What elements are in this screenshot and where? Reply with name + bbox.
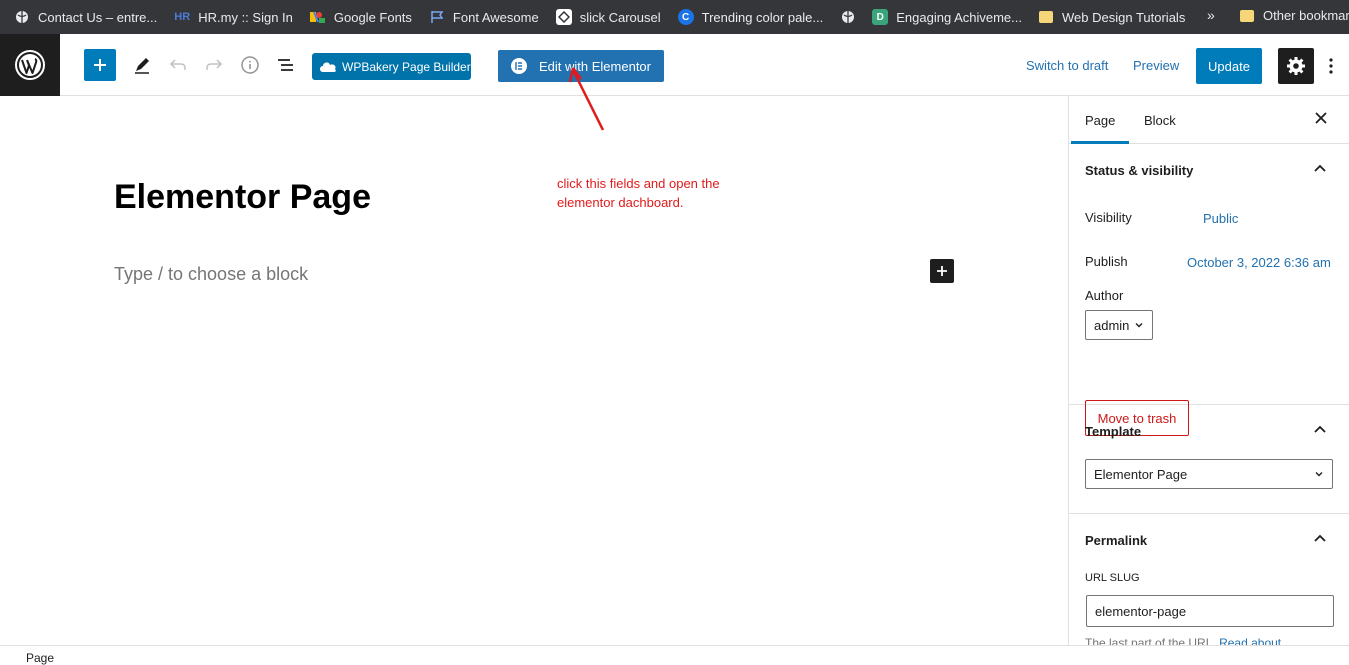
author-value: admin <box>1094 317 1130 333</box>
status-visibility-title[interactable]: Status & visibility <box>1085 163 1193 178</box>
page-title[interactable]: Elementor Page <box>114 178 371 217</box>
bookmark-label: slick Carousel <box>579 9 661 25</box>
folder-icon <box>1039 11 1053 23</box>
bookmark-globe[interactable] <box>840 9 856 25</box>
bookmarks-overflow-button[interactable]: » <box>1207 7 1215 23</box>
bookmark-trending-color[interactable]: C Trending color pale... <box>677 9 824 25</box>
editor-canvas: Elementor Page Type / to choose a block … <box>0 67 1068 645</box>
list-view-icon <box>278 59 293 71</box>
permalink-help-text: The last part of the URL. <box>1085 636 1216 645</box>
bookmark-label: Trending color pale... <box>701 9 824 25</box>
permalink-panel: Permalink URL Slug elementor-page The la… <box>1069 514 1349 645</box>
template-select[interactable]: Elementor Page <box>1085 459 1333 489</box>
undo-icon <box>169 59 186 70</box>
plus-icon <box>937 266 947 276</box>
editor-footer: Page <box>0 645 1349 665</box>
wpbakery-button[interactable]: WPBakery Page Builder <box>312 53 471 80</box>
details-button[interactable] <box>238 53 262 77</box>
template-value: Elementor Page <box>1094 466 1188 482</box>
settings-button[interactable] <box>1278 48 1314 84</box>
flag-icon <box>429 9 445 25</box>
tab-page[interactable]: Page <box>1085 113 1115 128</box>
template-panel: Template Elementor Page <box>1069 405 1349 514</box>
bookmarks-bar: Contact Us – entre... HR HR.my :: Sign I… <box>0 0 1349 34</box>
info-icon <box>241 56 259 74</box>
options-button[interactable] <box>1322 54 1340 78</box>
annotation-arrow <box>568 67 605 131</box>
tab-block[interactable]: Block <box>1144 113 1176 128</box>
read-about-link[interactable]: Read about <box>1219 636 1281 645</box>
url-slug-label: URL Slug <box>1085 572 1140 584</box>
bookmark-label: Font Awesome <box>452 9 539 25</box>
c-icon: C <box>677 9 694 25</box>
bookmark-google-fonts[interactable]: Google Fonts <box>309 9 412 25</box>
bookmark-label: Web Design Tutorials <box>1062 9 1186 25</box>
folder-icon <box>1240 9 1254 22</box>
cloud-icon <box>320 62 336 72</box>
bookmark-label: Engaging Achiveme... <box>896 9 1022 25</box>
bookmark-engaging[interactable]: D Engaging Achiveme... <box>872 9 1022 25</box>
update-button[interactable]: Update <box>1196 48 1262 84</box>
gear-icon <box>1287 57 1305 75</box>
other-bookmarks-label: Other bookmarks <box>1263 8 1349 23</box>
tools-button[interactable] <box>130 53 154 77</box>
sidebar-tabs: Page Block <box>1069 96 1349 144</box>
plus-icon <box>94 59 106 71</box>
chevron-down-icon <box>1315 472 1323 477</box>
pencil-icon <box>135 58 149 74</box>
bookmark-slick-carousel[interactable]: slick Carousel <box>555 9 661 25</box>
url-slug-value: elementor-page <box>1095 603 1187 619</box>
wordpress-logo[interactable] <box>0 34 60 96</box>
publish-label: Publish <box>1085 254 1128 269</box>
chevron-up-icon[interactable] <box>1313 532 1327 546</box>
url-slug-input[interactable]: elementor-page <box>1086 595 1334 627</box>
elementor-icon <box>511 58 527 74</box>
inline-add-block-button[interactable] <box>930 259 954 283</box>
globe-icon <box>14 9 30 25</box>
bookmark-label: Google Fonts <box>333 9 412 25</box>
globe-icon <box>840 9 856 25</box>
google-fonts-icon <box>309 9 326 25</box>
slick-icon <box>555 9 572 25</box>
undo-button[interactable] <box>166 53 190 77</box>
bookmark-label: HR.my :: Sign In <box>198 9 293 25</box>
close-icon[interactable] <box>1313 110 1329 126</box>
editor-toolbar: WPBakery Page Builder Edit with Elemento… <box>0 34 1349 96</box>
visibility-value[interactable]: Public <box>1203 211 1238 226</box>
permalink-help: The last part of the URL. Read about <box>1085 636 1281 645</box>
more-vertical-icon <box>1329 58 1333 74</box>
publish-date[interactable]: October 3, 2022 6:36 am <box>1187 255 1331 270</box>
bookmark-font-awesome[interactable]: Font Awesome <box>429 9 539 25</box>
template-title[interactable]: Template <box>1085 424 1141 439</box>
list-view-button[interactable] <box>274 53 298 77</box>
status-visibility-panel: Status & visibility Visibility Public Pu… <box>1069 144 1349 436</box>
redo-button[interactable] <box>202 53 226 77</box>
preview-button[interactable]: Preview <box>1133 58 1179 73</box>
breadcrumb[interactable]: Page <box>26 651 54 665</box>
bookmark-hr[interactable]: HR HR.my :: Sign In <box>174 9 293 25</box>
wordpress-icon <box>15 50 45 80</box>
redo-icon <box>206 59 223 70</box>
bookmark-web-design[interactable]: Web Design Tutorials <box>1039 10 1185 25</box>
author-select[interactable]: admin <box>1085 310 1153 340</box>
hr-icon: HR <box>174 11 191 23</box>
bookmark-label: Contact Us – entre... <box>38 9 158 25</box>
chevron-up-icon[interactable] <box>1313 423 1327 437</box>
chevron-up-icon[interactable] <box>1313 162 1327 176</box>
add-block-button[interactable] <box>84 49 116 81</box>
other-bookmarks[interactable]: Other bookmarks <box>1240 8 1349 23</box>
bookmark-contact-us[interactable]: Contact Us – entre... <box>14 9 157 25</box>
block-placeholder[interactable]: Type / to choose a block <box>114 264 308 285</box>
author-label: Author <box>1085 288 1124 303</box>
settings-sidebar: Page Block Status & visibility Visibilit… <box>1068 96 1349 645</box>
visibility-label: Visibility <box>1085 210 1132 225</box>
switch-to-draft-button[interactable]: Switch to draft <box>1026 58 1108 73</box>
annotation-note: click this fields and open the elementor… <box>557 176 720 210</box>
wpbakery-label: WPBakery Page Builder <box>342 59 471 74</box>
d-icon: D <box>872 9 889 25</box>
chevron-down-icon <box>1135 323 1143 328</box>
permalink-title[interactable]: Permalink <box>1085 533 1147 548</box>
